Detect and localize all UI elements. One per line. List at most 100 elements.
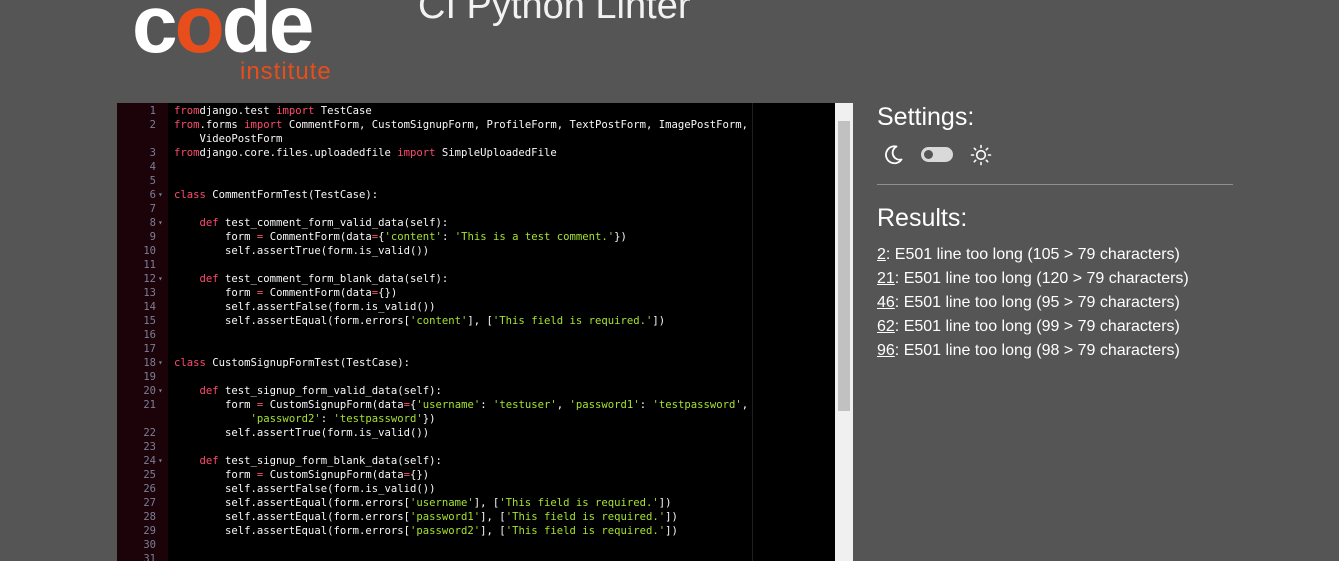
code-line[interactable]: 3 fromdjango.core.files.uploadedfile impo… <box>117 146 853 160</box>
code-line-text: form = CustomSignupForm(data={}) <box>174 468 429 482</box>
line-number: 29 <box>143 525 156 537</box>
code-line[interactable]: 13 form = CommentForm(data={}) <box>117 286 853 300</box>
code-token: {}) <box>378 287 398 299</box>
code-line[interactable]: VideoPostForm <box>117 132 853 146</box>
code-string: 'content' <box>384 231 442 243</box>
code-line[interactable]: 11 <box>117 258 853 272</box>
code-line-text: self.assertEqual(form.errors['password1'… <box>174 510 678 524</box>
result-line-link[interactable]: 21 <box>877 270 895 287</box>
code-line[interactable]: 28 self.assertEqual(form.errors['passwor… <box>117 510 853 524</box>
code-line[interactable]: 26 self.assertFalse(form.is_valid()) <box>117 482 853 496</box>
result-line-link[interactable]: 62 <box>877 318 895 335</box>
code-line[interactable]: 21 form = CustomSignupForm(data={'userna… <box>117 398 853 412</box>
code-token: .forms <box>199 119 245 131</box>
code-line[interactable]: 31 <box>117 552 853 561</box>
code-token: CommentFormTest(TestCase): <box>205 189 379 201</box>
fold-toggle-icon[interactable]: ▾ <box>158 272 168 286</box>
code-line-text: fromdjango.core.files.uploadedfile impor… <box>174 146 557 160</box>
editor-vertical-scrollbar[interactable] <box>835 103 853 561</box>
result-line-link[interactable]: 2 <box>877 246 886 263</box>
fold-toggle-icon[interactable]: ▾ <box>158 384 168 398</box>
code-line[interactable]: 25 form = CustomSignupForm(data={}) <box>117 468 853 482</box>
code-line[interactable]: 24 ▾ def test_signup_form_blank_data(self… <box>117 454 853 468</box>
code-line[interactable]: 2 from.forms import CommentForm, CustomSi… <box>117 118 853 132</box>
code-token: ]) <box>658 497 672 509</box>
code-token: self.assertEqual(form.errors[ <box>174 511 410 523</box>
result-item: 21: E501 line too long (120 > 79 charact… <box>877 269 1189 289</box>
code-token: self.assertEqual(form.errors[ <box>174 315 410 327</box>
line-number: 11 <box>143 259 156 271</box>
code-line[interactable]: 'password2': 'testpassword'}) <box>117 412 853 426</box>
code-line[interactable]: 23 <box>117 440 853 454</box>
line-number: 23 <box>143 441 156 453</box>
code-line[interactable]: 16 <box>117 328 853 342</box>
code-token: , <box>741 399 749 411</box>
code-line-text: form = CustomSignupForm(data={'username'… <box>174 398 748 412</box>
code-keyword: import <box>276 105 315 117</box>
result-item: 62: E501 line too long (99 > 79 characte… <box>877 317 1180 337</box>
result-line-link[interactable]: 46 <box>877 294 895 311</box>
code-line-text: def test_signup_form_valid_data(self): <box>174 384 442 398</box>
code-line[interactable]: 14 self.assertFalse(form.is_valid()) <box>117 300 853 314</box>
code-keyword: from <box>174 119 200 131</box>
code-editor[interactable]: 1 fromdjango.test import TestCase 2 from.fo… <box>117 103 853 561</box>
code-token: test_signup_form_blank_data(self): <box>218 455 442 467</box>
code-token: CommentForm, CustomSignupForm, ProfileFo… <box>282 119 749 131</box>
result-message: : E501 line too long (120 > 79 character… <box>894 270 1189 287</box>
code-line[interactable]: 22 self.assertTrue(form.is_valid()) <box>117 426 853 440</box>
code-line-text: fromdjango.test import TestCase <box>174 104 372 118</box>
code-line[interactable]: 12 ▾ def test_comment_form_blank_data(sel… <box>117 272 853 286</box>
code-line[interactable]: 30 <box>117 538 853 552</box>
code-keyword: def <box>199 273 219 285</box>
line-number: 4 <box>149 161 156 173</box>
code-line[interactable]: 17 <box>117 342 853 356</box>
code-line[interactable]: 1 fromdjango.test import TestCase <box>117 104 853 118</box>
code-line[interactable]: 6 ▾ class CommentFormTest(TestCase): <box>117 188 853 202</box>
theme-toggle[interactable] <box>921 147 953 162</box>
code-line-text: form = CommentForm(data={}) <box>174 286 397 300</box>
code-line[interactable]: 4 <box>117 160 853 174</box>
code-line[interactable]: 15 self.assertEqual(form.errors['content… <box>117 314 853 328</box>
code-line[interactable]: 20 ▾ def test_signup_form_valid_data(self… <box>117 384 853 398</box>
fold-toggle-icon[interactable]: ▾ <box>158 356 168 370</box>
sun-icon[interactable] <box>969 143 993 167</box>
code-line[interactable]: 29 self.assertEqual(form.errors['passwor… <box>117 524 853 538</box>
code-token: form <box>174 469 257 481</box>
result-line-link[interactable]: 96 <box>877 342 895 359</box>
code-token: self.assertTrue(form.is_valid()) <box>174 427 430 439</box>
code-line[interactable]: 7 <box>117 202 853 216</box>
moon-icon[interactable] <box>881 143 905 167</box>
code-string: 'username' <box>416 399 481 411</box>
code-line[interactable]: 9 form = CommentForm(data={'content': 'T… <box>117 230 853 244</box>
code-string: 'This field is required.' <box>505 511 666 523</box>
result-item: 46: E501 line too long (95 > 79 characte… <box>877 293 1180 313</box>
line-number: 12 <box>143 273 156 285</box>
fold-toggle-icon[interactable]: ▾ <box>158 188 168 202</box>
line-number: 27 <box>143 497 156 509</box>
code-string: 'password2' <box>250 413 321 425</box>
result-item: 2: E501 line too long (105 > 79 characte… <box>877 245 1180 265</box>
code-token: self.assertTrue(form.is_valid()) <box>174 245 430 257</box>
code-line[interactable]: 18 ▾ class CustomSignupFormTest(TestCase): <box>117 356 853 370</box>
line-number: 8 <box>149 217 156 229</box>
code-line[interactable]: 10 self.assertTrue(form.is_valid()) <box>117 244 853 258</box>
line-number: 6 <box>149 189 156 201</box>
code-line[interactable]: 5 <box>117 174 853 188</box>
line-number: 28 <box>143 511 156 523</box>
code-token: : <box>320 413 334 425</box>
code-line-text: 'password2': 'testpassword'}) <box>174 412 436 426</box>
code-string: 'testpassword' <box>333 413 423 425</box>
code-line[interactable]: 8 ▾ def test_comment_form_valid_data(self… <box>117 216 853 230</box>
code-line-text: self.assertFalse(form.is_valid()) <box>174 300 435 314</box>
code-string: 'This field is required.' <box>492 315 653 327</box>
code-string: 'testpassword' <box>652 399 742 411</box>
code-token: django.core.files.uploadedfile <box>199 147 398 159</box>
fold-toggle-icon[interactable]: ▾ <box>158 216 168 230</box>
code-token: CommentForm(data <box>263 287 372 299</box>
fold-toggle-icon[interactable]: ▾ <box>158 454 168 468</box>
line-number: 13 <box>143 287 156 299</box>
code-line[interactable]: 19 <box>117 370 853 384</box>
code-line[interactable]: 27 self.assertEqual(form.errors['usernam… <box>117 496 853 510</box>
line-number: 19 <box>143 371 156 383</box>
scrollbar-thumb[interactable] <box>838 121 850 411</box>
